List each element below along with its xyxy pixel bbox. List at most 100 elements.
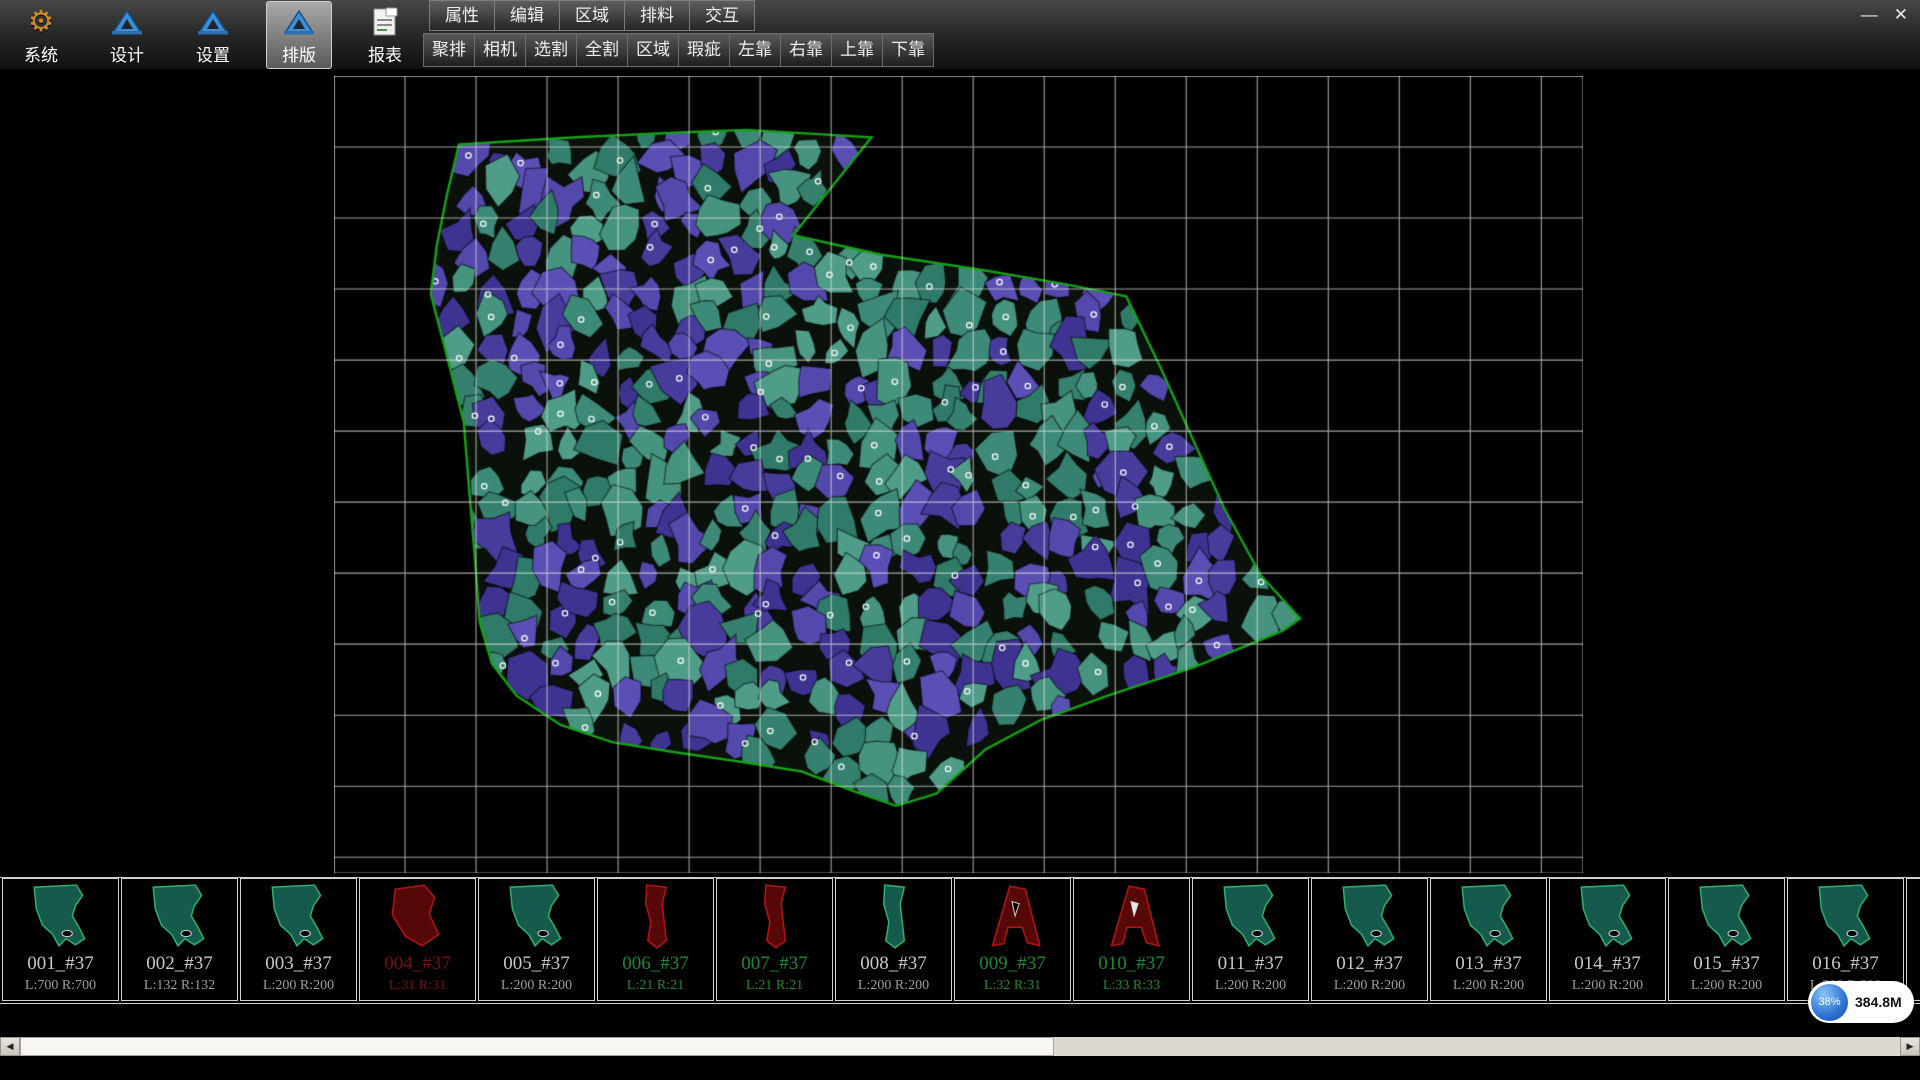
nesting-canvas[interactable] bbox=[334, 76, 1583, 873]
minimize-button[interactable]: — bbox=[1861, 5, 1878, 25]
gear-icon: ⚙ bbox=[28, 5, 54, 39]
menu-tab-nesting[interactable]: 排料 bbox=[625, 0, 690, 31]
tool-button-align-right[interactable]: 右靠 bbox=[781, 33, 832, 67]
menu-tab-region[interactable]: 区域 bbox=[560, 0, 625, 31]
part-thumbnail-014_#37[interactable]: 014_#37 L:200 R:200 bbox=[1549, 878, 1666, 1001]
part-id-label: 008_#37 bbox=[860, 953, 927, 975]
part-thumbnail-011_#37[interactable]: 011_#37 L:200 R:200 bbox=[1192, 878, 1309, 1001]
window-controls: — ✕ bbox=[1861, 5, 1908, 25]
tool-button-full-cut[interactable]: 全割 bbox=[577, 33, 628, 67]
tool-button-select-cut[interactable]: 选割 bbox=[526, 33, 577, 67]
ruler-icon bbox=[283, 5, 315, 39]
tool-button-align-left[interactable]: 左靠 bbox=[730, 33, 781, 67]
part-thumbnail-001_#37[interactable]: 001_#37 L:700 R:700 bbox=[2, 878, 119, 1001]
part-shape-preview bbox=[1805, 881, 1887, 953]
progress-percent: 38% bbox=[1818, 996, 1840, 1008]
part-lr-count: L:21 R:21 bbox=[627, 978, 684, 994]
part-id-label: 014_#37 bbox=[1574, 953, 1641, 975]
part-id-label: 013_#37 bbox=[1455, 953, 1522, 975]
part-shape-preview bbox=[1210, 881, 1292, 953]
part-shape-preview bbox=[734, 881, 816, 953]
part-id-label: 006_#37 bbox=[622, 953, 689, 975]
tool-button-cluster-nest[interactable]: 聚排 bbox=[423, 33, 475, 67]
toolbar-button-layout[interactable]: 排版 bbox=[266, 1, 332, 69]
progress-circle: 38% bbox=[1811, 984, 1848, 1021]
horizontal-scrollbar[interactable]: ◀ ▶ bbox=[0, 1037, 1920, 1056]
part-thumbnail-003_#37[interactable]: 003_#37 L:200 R:200 bbox=[240, 878, 357, 1001]
part-thumbnail-004_#37[interactable]: 004_#37 L:31 R:31 bbox=[359, 878, 476, 1001]
menu-tab-row: 属性编辑区域排料交互 bbox=[429, 0, 755, 31]
part-thumbnail-002_#37[interactable]: 002_#37 L:132 R:132 bbox=[121, 878, 238, 1001]
part-thumbnail-007_#37[interactable]: 007_#37 L:21 R:21 bbox=[716, 878, 833, 1001]
parts-strip: 001_#37 L:700 R:700 002_#37 L:132 R:132 … bbox=[0, 877, 1920, 1004]
toolbar-button-label: 报表 bbox=[368, 41, 402, 66]
part-thumbnail-008_#37[interactable]: 008_#37 L:200 R:200 bbox=[835, 878, 952, 1001]
part-id-label: 004_#37 bbox=[384, 953, 451, 975]
toolbar-button-system[interactable]: ⚙系统 bbox=[8, 1, 74, 69]
part-lr-count: L:200 R:200 bbox=[1453, 978, 1524, 994]
scrollbar-thumb[interactable] bbox=[20, 1037, 1054, 1056]
part-shape-preview bbox=[258, 881, 340, 953]
tool-button-align-bottom[interactable]: 下靠 bbox=[883, 33, 934, 67]
part-lr-count: L:132 R:132 bbox=[144, 978, 215, 994]
part-lr-count: L:33 R:33 bbox=[1103, 978, 1160, 994]
part-lr-count: L:21 R:21 bbox=[746, 978, 803, 994]
ruler-icon bbox=[197, 5, 229, 39]
toolbar-button-report[interactable]: 报表 bbox=[352, 1, 418, 69]
scrollbar-track[interactable] bbox=[20, 1037, 1900, 1056]
part-shape-preview bbox=[1448, 881, 1530, 953]
part-shape-preview bbox=[1686, 881, 1768, 953]
part-id-label: 015_#37 bbox=[1693, 953, 1760, 975]
toolbar-button-settings[interactable]: 设置 bbox=[180, 1, 246, 69]
part-lr-count: L:200 R:200 bbox=[1691, 978, 1762, 994]
menu-tab-interact[interactable]: 交互 bbox=[690, 0, 755, 31]
part-thumbnail-015_#37[interactable]: 015_#37 L:200 R:200 bbox=[1668, 878, 1785, 1001]
part-shape-preview bbox=[1091, 881, 1173, 953]
toolbar-button-design[interactable]: 设计 bbox=[94, 1, 160, 69]
part-shape-preview bbox=[1329, 881, 1411, 953]
part-id-label: 005_#37 bbox=[503, 953, 570, 975]
scroll-right-button[interactable]: ▶ bbox=[1900, 1037, 1920, 1056]
main-toolbar: ⚙系统设计设置排版报表 属性编辑区域排料交互 聚排相机选割全割区域瑕疵左靠右靠上… bbox=[0, 0, 1920, 70]
report-icon bbox=[372, 5, 399, 39]
part-lr-count: L:32 R:31 bbox=[984, 978, 1041, 994]
part-thumbnail-009_#37[interactable]: 009_#37 L:32 R:31 bbox=[954, 878, 1071, 1001]
part-lr-count: L:31 R:31 bbox=[389, 978, 446, 994]
part-id-label: 003_#37 bbox=[265, 953, 332, 975]
part-lr-count: L:200 R:200 bbox=[858, 978, 929, 994]
close-button[interactable]: ✕ bbox=[1894, 5, 1908, 25]
part-shape-preview bbox=[853, 881, 935, 953]
memory-progress: 38% 384.8M bbox=[1808, 981, 1914, 1023]
part-thumbnail-012_#37[interactable]: 012_#37 L:200 R:200 bbox=[1311, 878, 1428, 1001]
part-lr-count: L:200 R:200 bbox=[1334, 978, 1405, 994]
ruler-icon bbox=[111, 5, 143, 39]
part-id-label: 012_#37 bbox=[1336, 953, 1403, 975]
part-thumbnail-010_#37[interactable]: 010_#37 L:33 R:33 bbox=[1073, 878, 1190, 1001]
part-shape-preview bbox=[496, 881, 578, 953]
tool-button-region[interactable]: 区域 bbox=[628, 33, 679, 67]
part-thumbnail-edge-16[interactable] bbox=[1906, 878, 1920, 1001]
tool-button-defect[interactable]: 瑕疵 bbox=[679, 33, 730, 67]
nesting-workspace bbox=[334, 76, 1583, 873]
tool-button-align-top[interactable]: 上靠 bbox=[832, 33, 883, 67]
tool-button-camera[interactable]: 相机 bbox=[475, 33, 526, 67]
part-thumbnail-005_#37[interactable]: 005_#37 L:200 R:200 bbox=[478, 878, 595, 1001]
tool-button-row: 聚排相机选割全割区域瑕疵左靠右靠上靠下靠 bbox=[423, 33, 934, 67]
part-id-label: 010_#37 bbox=[1098, 953, 1165, 975]
part-thumbnail-006_#37[interactable]: 006_#37 L:21 R:21 bbox=[597, 878, 714, 1001]
part-id-label: 011_#37 bbox=[1218, 953, 1284, 975]
main-toolbar-buttons: ⚙系统设计设置 排版报表 bbox=[8, 1, 418, 69]
menu-tab-edit[interactable]: 编辑 bbox=[495, 0, 560, 31]
part-shape-preview bbox=[1567, 881, 1649, 953]
part-shape-preview bbox=[20, 881, 102, 953]
part-lr-count: L:200 R:200 bbox=[263, 978, 334, 994]
part-thumbnail-013_#37[interactable]: 013_#37 L:200 R:200 bbox=[1430, 878, 1547, 1001]
scroll-left-button[interactable]: ◀ bbox=[0, 1037, 20, 1056]
part-lr-count: L:700 R:700 bbox=[25, 978, 96, 994]
menu-tab-properties[interactable]: 属性 bbox=[429, 0, 495, 31]
part-shape-preview bbox=[615, 881, 697, 953]
scroll-left-arrow-icon: ◀ bbox=[7, 1041, 14, 1052]
memory-size-label: 384.8M bbox=[1855, 994, 1902, 1010]
toolbar-button-label: 设置 bbox=[196, 41, 230, 66]
part-shape-preview bbox=[139, 881, 221, 953]
